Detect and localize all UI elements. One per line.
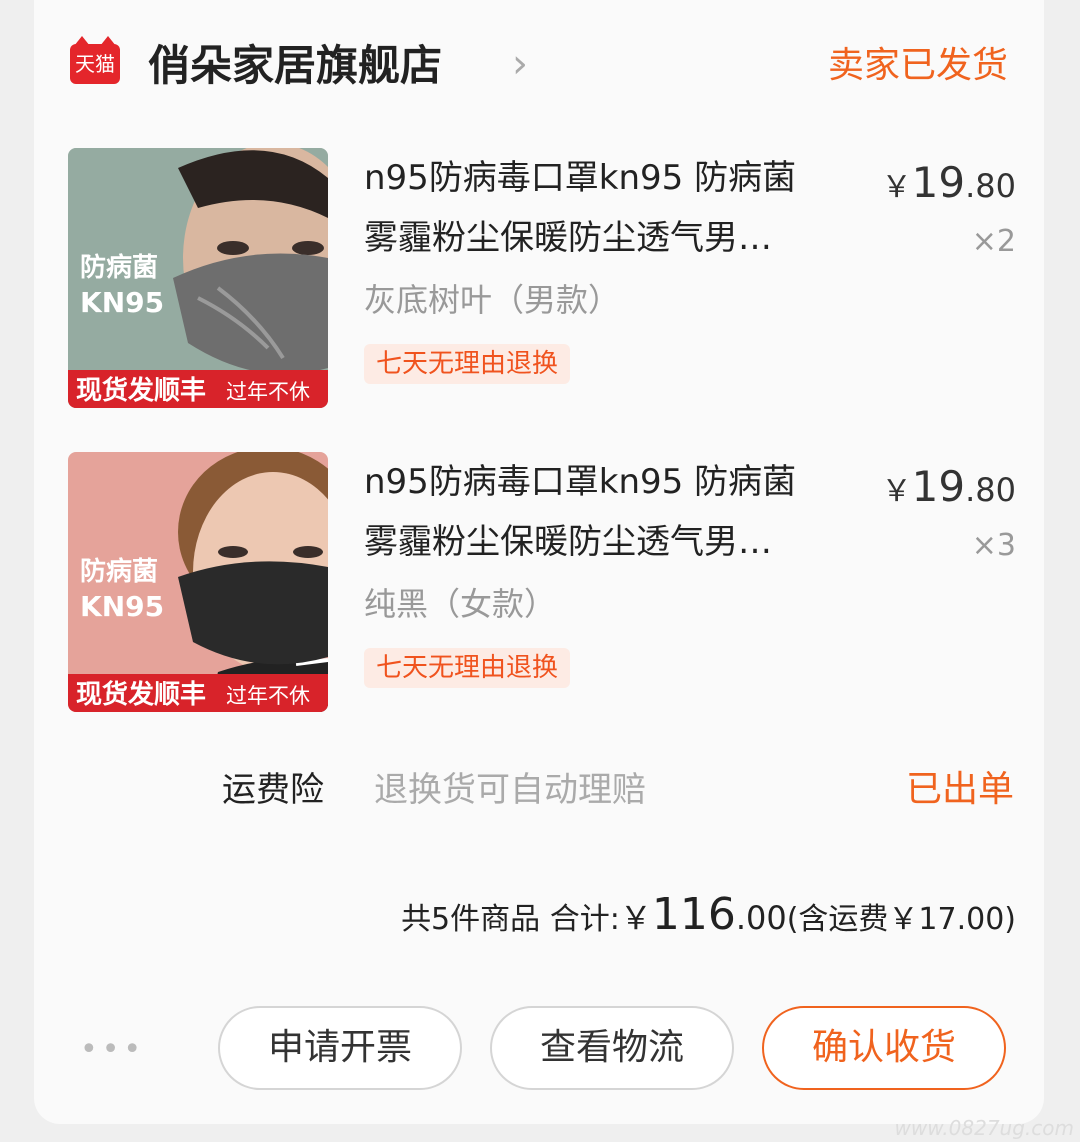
product-title-line1: n95防病毒口罩kn95 防病菌 <box>364 462 797 502</box>
chevron-right-icon[interactable]: › <box>512 42 528 86</box>
return-tag: 七天无理由退换 <box>364 648 571 688</box>
image-text-bottom: KN95 <box>80 286 164 319</box>
confirm-receipt-button[interactable]: 确认收货 <box>762 1006 1006 1090</box>
total-currency: ￥ <box>619 899 652 937</box>
product-price: ￥19.80 <box>882 158 1016 207</box>
shipping-insurance-row[interactable]: 运费险 退换货可自动理赔 已出单 <box>34 760 1044 820</box>
price-currency: ￥ <box>881 170 912 205</box>
product-title[interactable]: n95防病毒口罩kn95 防病菌 雾霾粉尘保暖防尘透气男… <box>364 452 864 572</box>
total-dec: .00 <box>735 899 787 937</box>
product-item[interactable]: 防病菌 KN95 现货发顺丰 过年不休 n95防病毒口罩kn95 防病菌 雾霾粉… <box>34 148 1044 410</box>
product-title[interactable]: n95防病毒口罩kn95 防病菌 雾霾粉尘保暖防尘透气男… <box>364 148 864 268</box>
more-icon[interactable]: ••• <box>80 1030 145 1070</box>
shop-name[interactable]: 俏朵家居旗舰店 <box>148 36 442 96</box>
image-text-bottom: KN95 <box>80 590 164 623</box>
price-currency: ￥ <box>881 474 912 509</box>
product-spec: 纯黑（女款） <box>364 585 557 623</box>
product-image[interactable]: 防病菌 KN95 现货发顺丰 过年不休 <box>68 452 328 712</box>
price-int: 19 <box>911 462 966 511</box>
total-label: 合计: <box>549 902 620 937</box>
image-banner-main: 现货发顺丰 <box>76 375 206 406</box>
image-banner-sub: 过年不休 <box>226 684 310 708</box>
image-banner-main: 现货发顺丰 <box>76 679 206 710</box>
product-price: ￥19.80 <box>882 462 1016 511</box>
product-title-line2: 雾霾粉尘保暖防尘透气男… <box>364 218 772 258</box>
total-int: 116 <box>651 889 736 940</box>
watermark: www.0827ug.com <box>894 1116 1075 1140</box>
order-card: 天猫 俏朵家居旗舰店 › 卖家已发货 防病菌 KN95 现货发顺丰 过年不休 n… <box>34 0 1044 1124</box>
order-status: 卖家已发货 <box>827 45 1008 86</box>
image-text-top: 防病菌 <box>80 253 158 283</box>
product-title-line2: 雾霾粉尘保暖防尘透气男… <box>364 522 772 562</box>
invoice-button[interactable]: 申请开票 <box>218 1006 462 1090</box>
item-count: 共5件商品 <box>401 902 541 937</box>
price-int: 19 <box>911 158 966 207</box>
product-qty: ×3 <box>971 528 1016 563</box>
product-spec: 灰底树叶（男款） <box>364 281 621 319</box>
insurance-desc: 退换货可自动理赔 <box>374 770 646 810</box>
price-dec: .80 <box>965 167 1016 205</box>
shipping-fee: (含运费￥17.00) <box>786 902 1016 937</box>
product-item[interactable]: 防病菌 KN95 现货发顺丰 过年不休 n95防病毒口罩kn95 防病菌 雾霾粉… <box>34 452 1044 714</box>
product-title-line1: n95防病毒口罩kn95 防病菌 <box>364 158 797 198</box>
tmall-logo: 天猫 <box>70 36 120 84</box>
order-total: 共5件商品 合计:￥116.00(含运费￥17.00) <box>401 880 1016 955</box>
return-tag: 七天无理由退换 <box>364 344 571 384</box>
image-text-top: 防病菌 <box>80 557 158 587</box>
price-dec: .80 <box>965 471 1016 509</box>
insurance-status: 已出单 <box>905 769 1014 810</box>
image-banner-sub: 过年不休 <box>226 380 310 404</box>
product-qty: ×2 <box>971 224 1016 259</box>
product-image[interactable]: 防病菌 KN95 现货发顺丰 过年不休 <box>68 148 328 408</box>
insurance-label: 运费险 <box>222 770 324 810</box>
logistics-button[interactable]: 查看物流 <box>490 1006 734 1090</box>
